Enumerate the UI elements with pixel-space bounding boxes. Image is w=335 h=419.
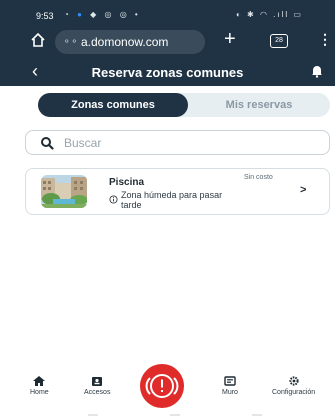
zone-card[interactable]: Piscina Sin costo Zona húmeda para pasar… xyxy=(25,168,330,215)
home-icon xyxy=(33,376,46,386)
chevron-right-icon[interactable]: > xyxy=(300,184,306,196)
system-back-indicator[interactable] xyxy=(252,414,262,416)
page-title: Reserva zonas comunes xyxy=(91,65,244,80)
nav-configuracion-label: Configuración xyxy=(272,389,316,396)
zone-image xyxy=(41,175,87,208)
nav-home[interactable]: Home xyxy=(30,376,49,396)
system-icons: ◐ ✱ ◠ .ıll ▭ xyxy=(236,10,303,19)
search-icon xyxy=(41,137,54,150)
status-time: 9:53 xyxy=(36,11,54,21)
home-icon[interactable] xyxy=(30,32,46,48)
zone-cost: Sin costo xyxy=(244,174,273,181)
badge-icon xyxy=(92,377,103,386)
nav-accesos[interactable]: Accesos xyxy=(84,376,110,396)
search-input[interactable] xyxy=(64,135,314,151)
system-nav-bar xyxy=(0,412,335,419)
nav-muro-label: Muro xyxy=(222,389,238,396)
nav-home-label: Home xyxy=(30,389,49,396)
menu-icon[interactable]: ⋮ xyxy=(318,31,332,48)
search-box[interactable] xyxy=(25,130,330,155)
bell-icon[interactable] xyxy=(310,64,324,78)
url-text: a.domonow.com xyxy=(81,35,169,49)
segment-control: Zonas comunes Mis reservas xyxy=(38,93,330,117)
system-home-indicator[interactable] xyxy=(170,414,180,416)
alert-icon xyxy=(145,374,179,398)
zone-name: Piscina xyxy=(109,177,145,188)
gear-icon xyxy=(288,376,299,386)
nav-configuracion[interactable]: Configuración xyxy=(272,376,315,396)
sos-button[interactable] xyxy=(140,364,184,408)
nav-accesos-label: Accesos xyxy=(84,389,111,396)
tabs-count-button[interactable]: 28 xyxy=(270,34,288,48)
tab-mis-reservas[interactable]: Mis reservas xyxy=(188,93,330,117)
tab-zonas-comunes[interactable]: Zonas comunes xyxy=(38,93,188,117)
new-tab-icon[interactable]: + xyxy=(224,28,236,51)
info-icon xyxy=(109,195,118,204)
notification-icons: ◔ ● ◆ ◎ ◎ • xyxy=(64,10,141,19)
site-settings-icon[interactable]: ⚬⚬ xyxy=(63,36,78,47)
app-header: ‹ Reserva zonas comunes xyxy=(0,58,335,86)
system-recents-indicator[interactable] xyxy=(88,414,98,416)
zone-description: Zona húmeda para pasar tarde xyxy=(121,190,223,210)
wall-icon xyxy=(224,376,236,386)
url-bar[interactable]: ⚬⚬ a.domonow.com xyxy=(55,30,205,54)
browser-bar: ⚬⚬ a.domonow.com + 28 ⋮ xyxy=(0,26,335,58)
nav-muro[interactable]: Muro xyxy=(222,376,238,396)
